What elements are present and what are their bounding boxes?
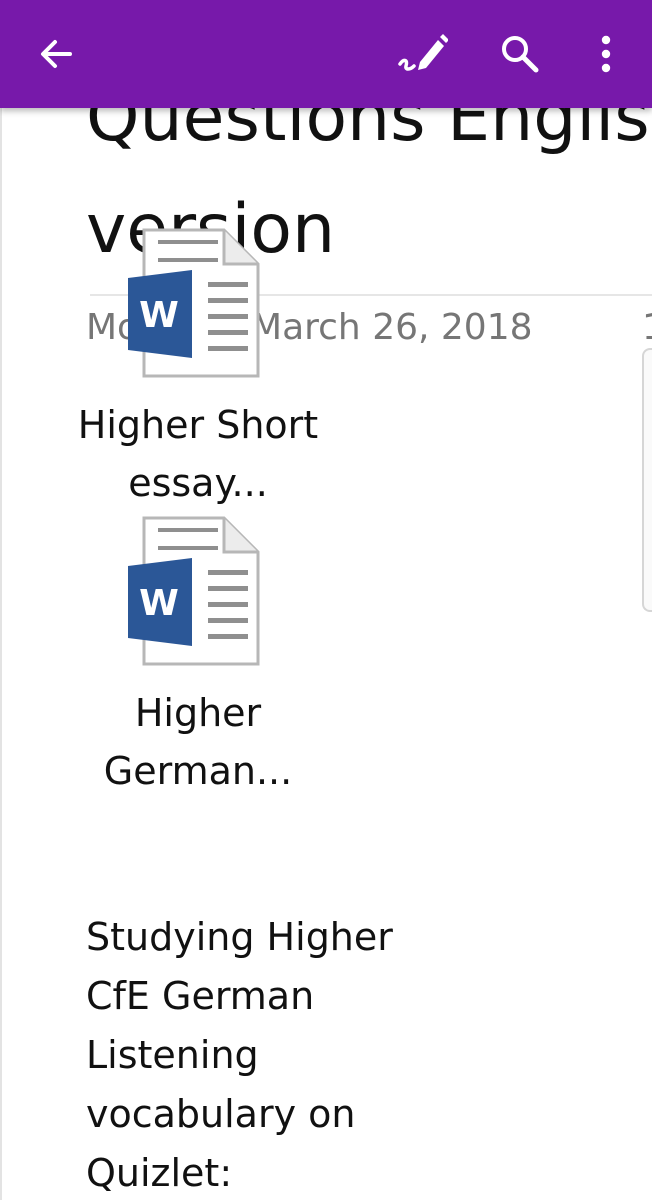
search-button[interactable]	[488, 22, 552, 86]
arrow-left-icon	[41, 40, 72, 68]
page-time: 1	[642, 306, 652, 350]
draw-button[interactable]	[390, 22, 454, 86]
side-panel-handle[interactable]	[642, 348, 652, 612]
attachment-label: Higher Short essay...	[77, 403, 319, 505]
attachment-label: Higher German...	[103, 691, 293, 793]
word-document-icon: W	[128, 516, 260, 666]
more-vertical-icon	[601, 35, 611, 73]
svg-text:W: W	[139, 583, 179, 624]
note-body-text[interactable]: Studying Higher CfE German Listening voc…	[86, 908, 393, 1200]
search-icon	[502, 36, 539, 73]
svg-text:W: W	[139, 295, 179, 336]
page-margin-line	[0, 0, 2, 1200]
back-button[interactable]	[24, 22, 88, 86]
note-page: Questions Englis version Monday, March 2…	[0, 0, 652, 1200]
draw-pen-icon	[398, 34, 448, 71]
app-bar	[0, 0, 652, 108]
word-document-icon: W	[128, 228, 260, 378]
more-options-button[interactable]	[574, 22, 638, 86]
